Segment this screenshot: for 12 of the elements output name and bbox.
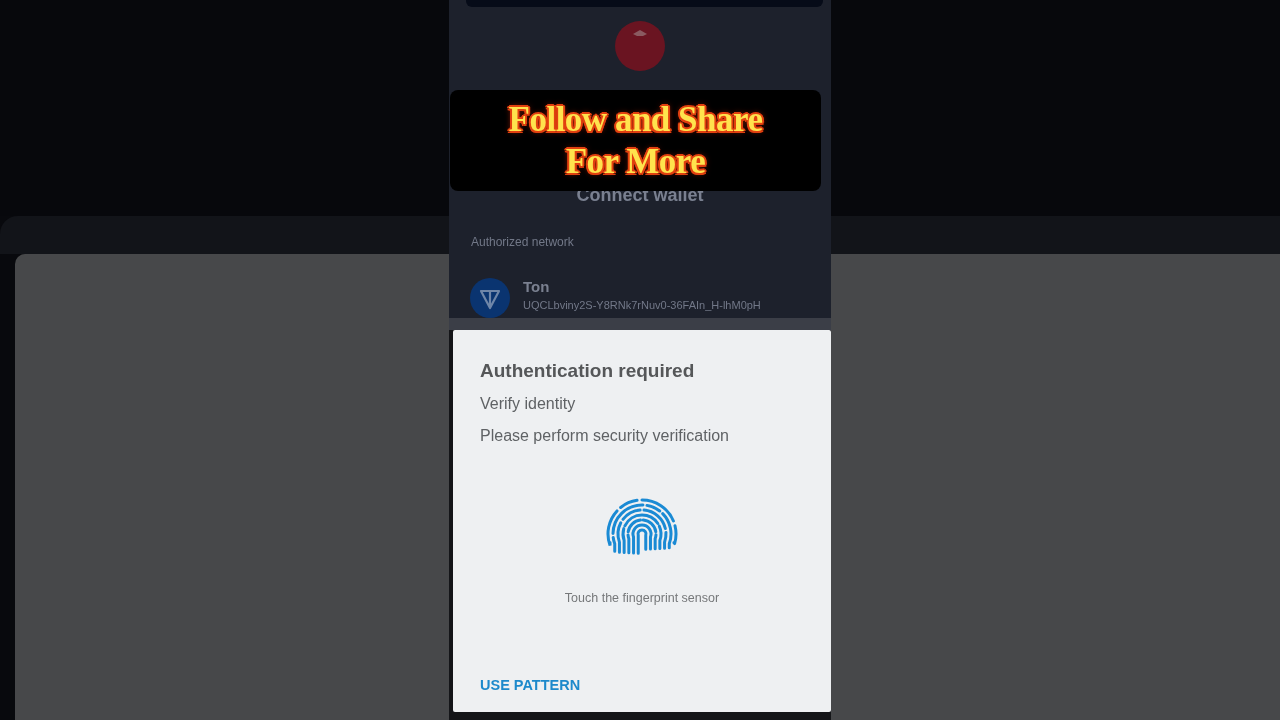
caption-text: For More bbox=[565, 140, 706, 183]
dialog-subtitle: Verify identity bbox=[480, 394, 577, 414]
wallet-address: UQCLbviny2S-Y8RNk7rNuv0-36FAIn_H-lhM0pH bbox=[523, 298, 761, 312]
section-label: Authorized network bbox=[470, 235, 575, 249]
network-name: Ton bbox=[523, 278, 551, 296]
round-logo-icon bbox=[615, 21, 665, 71]
use-pattern-button[interactable]: USE PATTERN bbox=[480, 676, 581, 694]
dialog-title: Authentication required bbox=[480, 359, 696, 383]
dialog-message: Please perform security verification bbox=[480, 426, 730, 446]
triangle-logo-icon bbox=[470, 278, 510, 318]
sensor-hint: Touch the fingerprint sensor bbox=[563, 590, 721, 606]
caption-text: Follow and Share bbox=[508, 98, 763, 141]
